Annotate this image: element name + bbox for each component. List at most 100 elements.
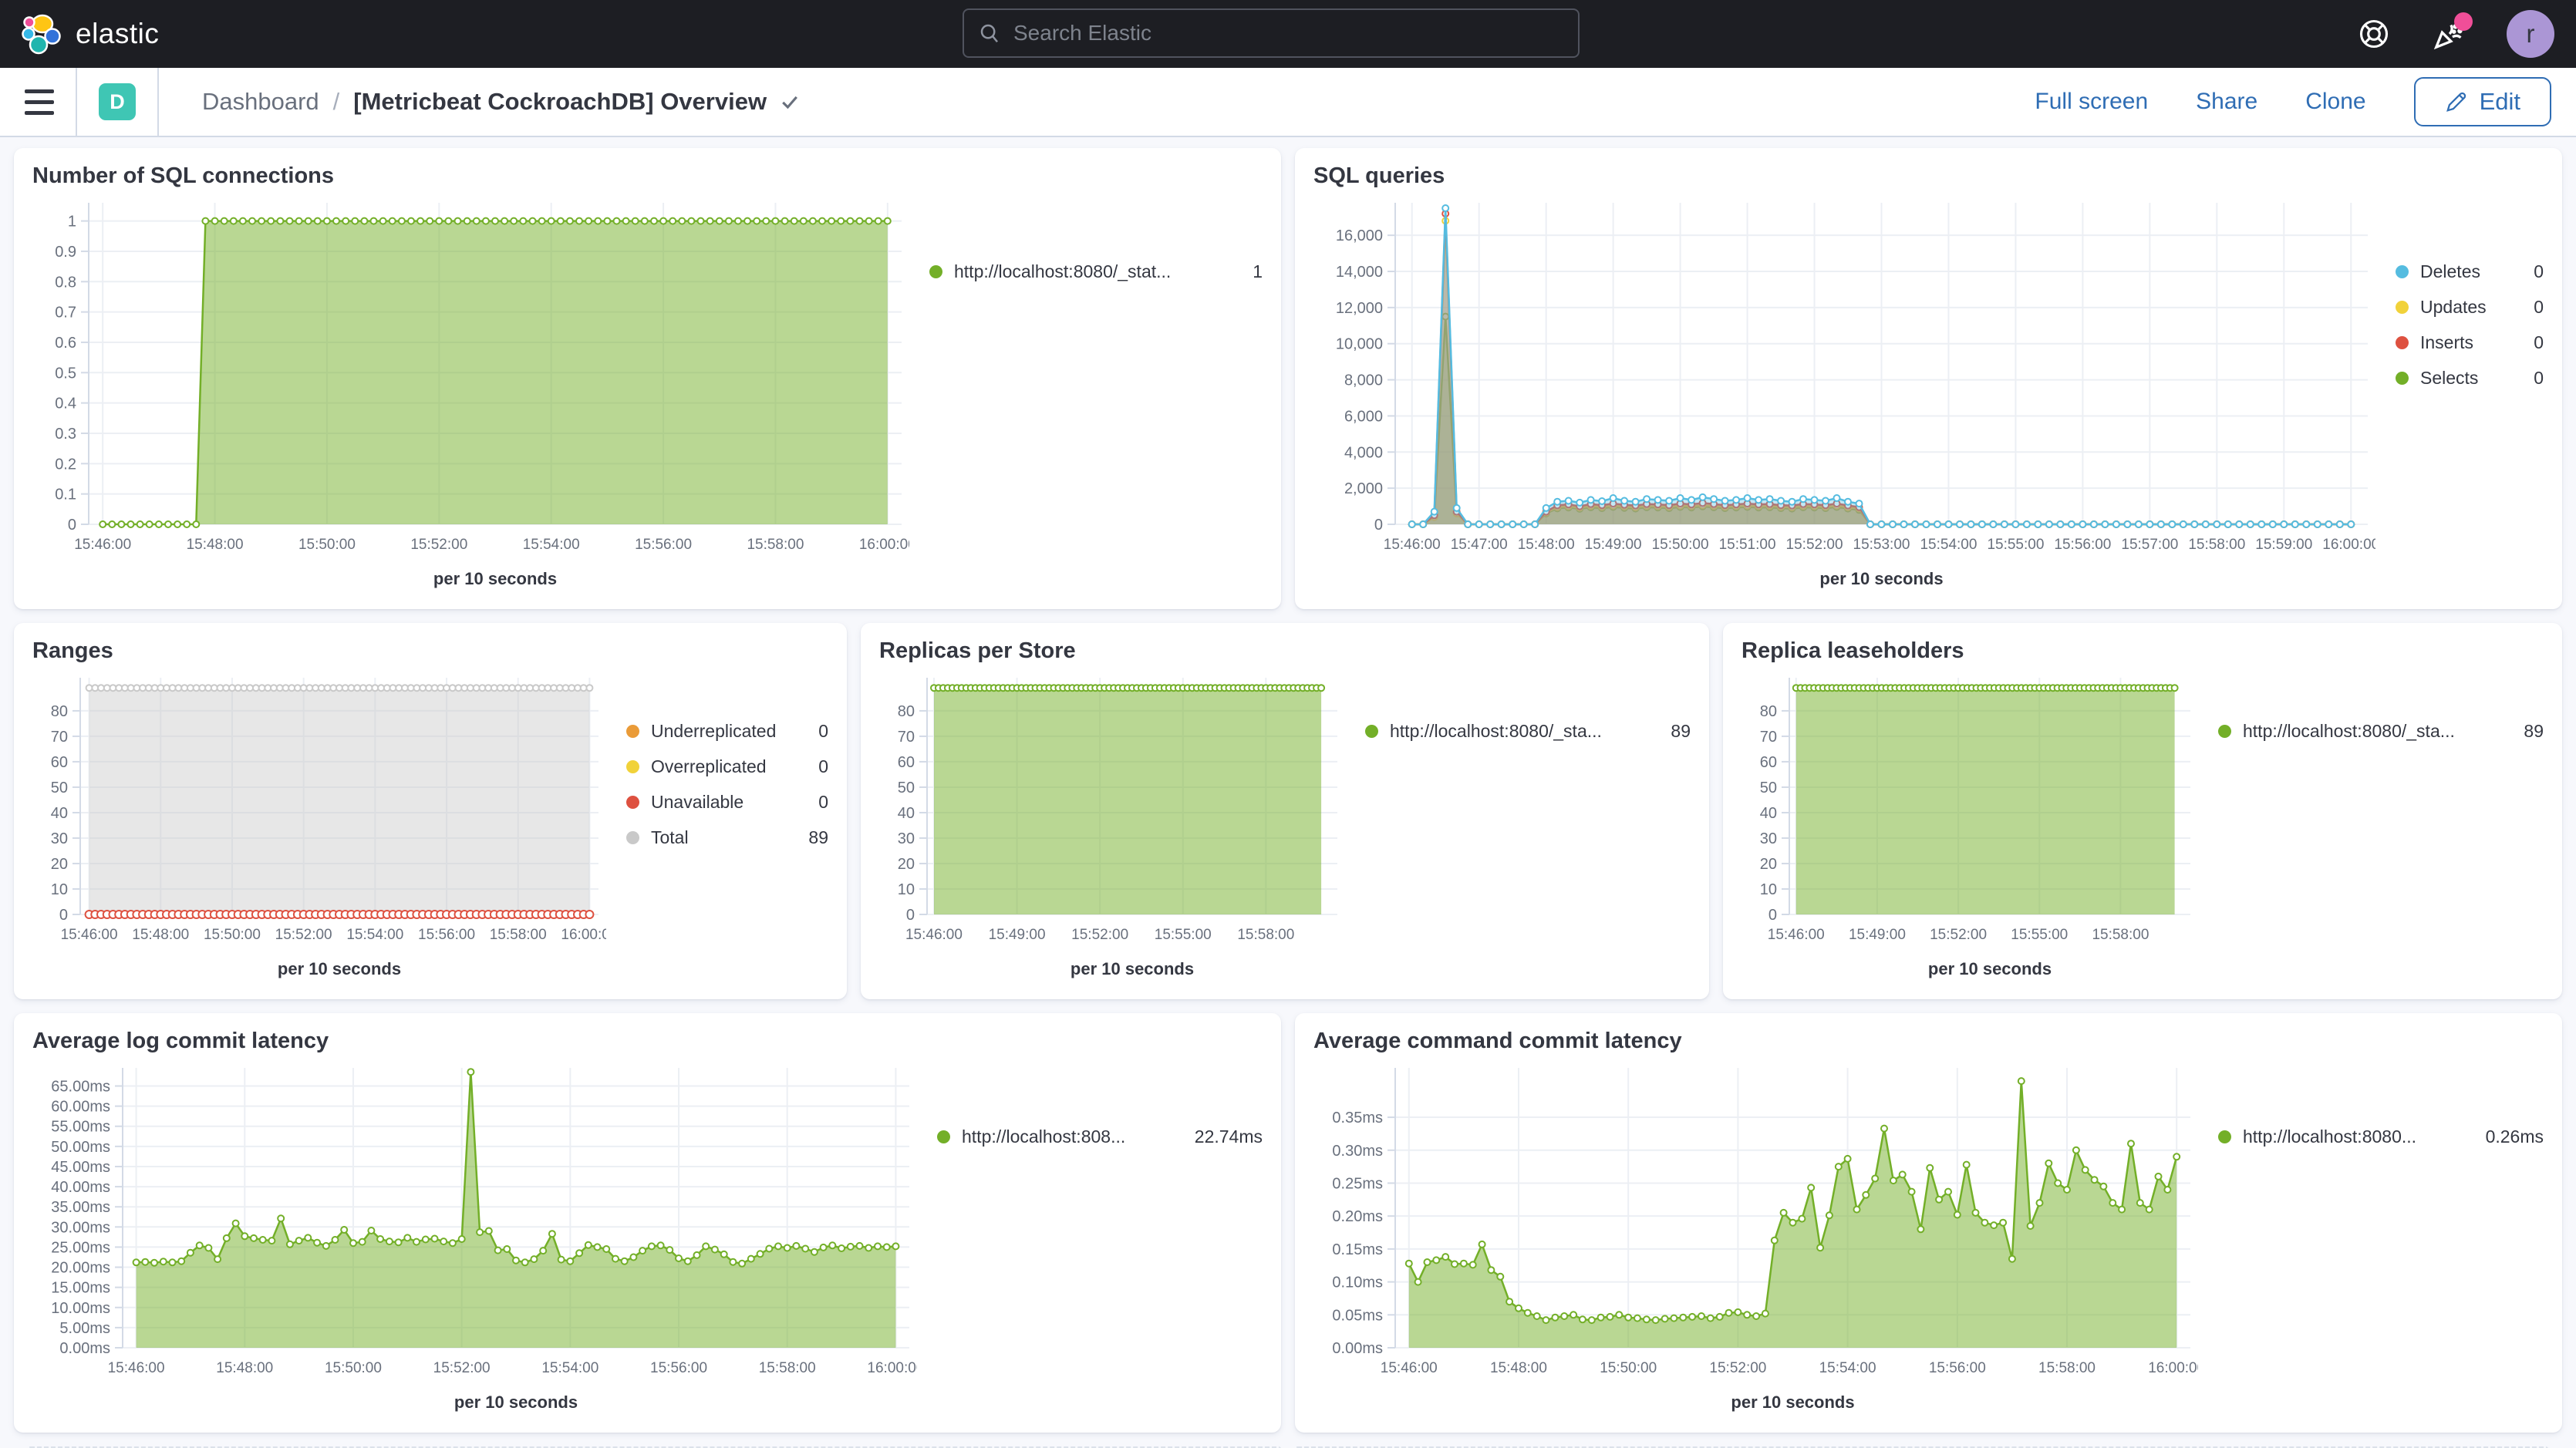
chart-plot-command-commit-latency[interactable]: 0.00ms0.05ms0.10ms0.15ms0.20ms0.25ms0.30… [1313, 1057, 2198, 1417]
panel-number-of-sql-connections: Number of SQL connections 00.10.20.30.40… [14, 148, 1281, 609]
help-lifebuoy-icon [2357, 17, 2391, 51]
svg-text:15:50:00: 15:50:00 [1600, 1360, 1657, 1376]
legend-item[interactable]: Total89 [626, 820, 828, 855]
chart-legend: http://localhost:8080/_sta... 89 [2198, 667, 2544, 984]
panel-title[interactable]: Average command commit latency [1313, 1029, 2544, 1054]
legend-item[interactable]: Overreplicated0 [626, 749, 828, 784]
edit-button[interactable]: Edit [2414, 77, 2551, 126]
global-header: elastic r [0, 0, 2576, 68]
svg-text:0.25ms: 0.25ms [1332, 1175, 1383, 1192]
svg-text:15:48:00: 15:48:00 [132, 927, 189, 943]
svg-text:0.20ms: 0.20ms [1332, 1208, 1383, 1225]
legend-item[interactable]: http://localhost:808...22.74ms [937, 1119, 1263, 1154]
legend-series-dot [2218, 1130, 2231, 1143]
legend-item[interactable]: Selects0 [2396, 360, 2544, 396]
svg-text:15:58:00: 15:58:00 [2188, 537, 2245, 553]
svg-text:0: 0 [68, 517, 76, 534]
chart-plot-replica-leaseholders[interactable]: 0102030405060708015:46:0015:49:0015:52:0… [1741, 667, 2198, 984]
svg-text:15:54:00: 15:54:00 [1819, 1360, 1876, 1376]
legend-item[interactable]: http://localhost:8080...0.26ms [2218, 1119, 2544, 1154]
search-input[interactable] [1013, 21, 1564, 45]
svg-text:0.15ms: 0.15ms [1332, 1241, 1383, 1258]
svg-text:15:48:00: 15:48:00 [1518, 537, 1575, 553]
svg-text:15:48:00: 15:48:00 [187, 537, 244, 553]
svg-text:50.00ms: 50.00ms [51, 1139, 110, 1156]
legend-series-value: 89 [2524, 721, 2544, 742]
svg-text:20.00ms: 20.00ms [51, 1260, 110, 1277]
svg-text:65.00ms: 65.00ms [51, 1079, 110, 1096]
svg-text:30: 30 [1760, 830, 1777, 847]
svg-text:0.1: 0.1 [55, 487, 76, 503]
svg-text:55.00ms: 55.00ms [51, 1119, 110, 1136]
legend-item[interactable]: http://localhost:8080/_sta...89 [1365, 713, 1691, 749]
legend-series-label: http://localhost:808... [962, 1126, 1182, 1147]
legend-series-value: 0 [818, 721, 828, 742]
legend-series-dot [626, 725, 639, 738]
user-avatar[interactable]: r [2507, 10, 2554, 58]
legend-item[interactable]: http://localhost:8080/_stat...1 [929, 254, 1263, 289]
svg-text:15:48:00: 15:48:00 [216, 1360, 273, 1376]
legend-series-label: Updates [2420, 297, 2521, 318]
chart-plot-log-commit-latency[interactable]: 0.00ms5.00ms10.00ms15.00ms20.00ms25.00ms… [32, 1057, 917, 1417]
help-menu-button[interactable] [2355, 15, 2392, 52]
svg-text:15:58:00: 15:58:00 [2038, 1360, 2096, 1376]
toolbar-divider [76, 68, 77, 136]
svg-text:50: 50 [1760, 780, 1777, 796]
svg-text:70: 70 [1760, 729, 1777, 746]
chart-plot-replicas-per-store[interactable]: 0102030405060708015:46:0015:49:0015:52:0… [879, 667, 1345, 984]
share-button[interactable]: Share [2196, 89, 2257, 115]
menu-hamburger-button[interactable] [25, 89, 54, 115]
svg-text:10: 10 [898, 881, 915, 898]
legend-series-value: 0 [2534, 332, 2544, 353]
panel-title[interactable]: Number of SQL connections [32, 163, 1263, 189]
panel-sql-queries: SQL queries 02,0004,0006,0008,00010,0001… [1295, 148, 2562, 609]
dashboard-toolbar: D Dashboard / [Metricbeat CockroachDB] O… [0, 68, 2576, 137]
legend-item[interactable]: Updates0 [2396, 289, 2544, 325]
svg-text:30.00ms: 30.00ms [51, 1219, 110, 1236]
svg-text:50: 50 [898, 780, 915, 796]
breadcrumb-dashboard-link[interactable]: Dashboard [202, 88, 319, 116]
global-search[interactable] [963, 8, 1580, 58]
news-feed-button[interactable] [2431, 15, 2468, 52]
dashboard-app-badge[interactable]: D [99, 83, 136, 120]
svg-text:15:54:00: 15:54:00 [1920, 537, 1977, 553]
legend-series-label: Underreplicated [651, 721, 806, 742]
legend-series-value: 0 [2534, 261, 2544, 282]
legend-item[interactable]: Underreplicated 0 [626, 713, 828, 749]
svg-text:0: 0 [906, 907, 915, 924]
svg-text:10,000: 10,000 [1336, 336, 1383, 353]
svg-text:40: 40 [1760, 805, 1777, 822]
svg-text:14,000: 14,000 [1336, 264, 1383, 281]
svg-text:15:56:00: 15:56:00 [650, 1360, 707, 1376]
legend-series-dot [626, 796, 639, 809]
legend-series-label: http://localhost:8080/_sta... [2243, 721, 2511, 742]
chart-plot-sql-connections[interactable]: 00.10.20.30.40.50.60.70.80.9115:46:0015:… [32, 192, 909, 594]
full-screen-button[interactable]: Full screen [2035, 89, 2148, 115]
elastic-home-link[interactable]: elastic [22, 13, 159, 55]
legend-item[interactable]: Unavailable 0 [626, 784, 828, 820]
svg-text:per 10 seconds: per 10 seconds [278, 959, 401, 978]
svg-text:15:46:00: 15:46:00 [108, 1360, 165, 1376]
legend-item[interactable]: Inserts0 [2396, 325, 2544, 360]
panel-title[interactable]: Replicas per Store [879, 638, 1691, 664]
legend-series-value: 0 [818, 792, 828, 813]
chart-plot-sql-queries[interactable]: 02,0004,0006,0008,00010,00012,00014,0001… [1313, 192, 2375, 594]
svg-text:10: 10 [1760, 881, 1777, 898]
panel-ranges: Ranges 0102030405060708015:46:0015:48:00… [14, 623, 847, 999]
panel-title[interactable]: Ranges [32, 638, 828, 664]
svg-text:0.8: 0.8 [55, 274, 76, 291]
legend-item[interactable]: Deletes0 [2396, 254, 2544, 289]
legend-series-label: Unavailable [651, 792, 806, 813]
dashboard-canvas: Number of SQL connections 00.10.20.30.40… [0, 137, 2576, 1448]
legend-item[interactable]: http://localhost:8080/_sta... 89 [2218, 713, 2544, 749]
panel-title[interactable]: Replica leaseholders [1741, 638, 2544, 664]
svg-text:per 10 seconds: per 10 seconds [1071, 959, 1194, 978]
chart-legend: Deletes0Updates0Inserts0Selects0 [2375, 192, 2544, 594]
chart-plot-ranges[interactable]: 0102030405060708015:46:0015:48:0015:50:0… [32, 667, 606, 984]
page-title[interactable]: [Metricbeat CockroachDB] Overview [353, 88, 801, 116]
svg-text:6,000: 6,000 [1344, 408, 1383, 425]
clone-button[interactable]: Clone [2305, 89, 2365, 115]
svg-text:15:50:00: 15:50:00 [298, 537, 356, 553]
panel-title[interactable]: Average log commit latency [32, 1029, 1263, 1054]
panel-title[interactable]: SQL queries [1313, 163, 2544, 189]
